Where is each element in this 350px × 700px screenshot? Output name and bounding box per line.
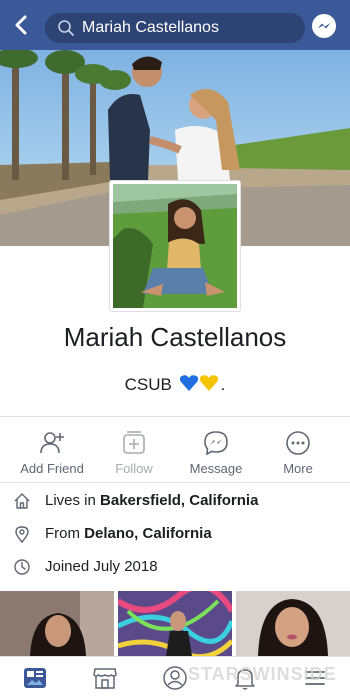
divider (0, 482, 350, 483)
search-icon (57, 19, 75, 37)
back-arrow-icon[interactable] (10, 13, 34, 37)
follow-button[interactable]: Follow (94, 426, 174, 476)
divider (0, 416, 350, 417)
heart-emojis-icon (179, 374, 221, 392)
photos-strip (0, 591, 350, 656)
top-bar: Mariah Castellanos (0, 0, 350, 50)
profile-name: Mariah Castellanos (63, 322, 287, 352)
joined-row: Joined July 2018 (0, 552, 350, 582)
search-input[interactable]: Mariah Castellanos (45, 13, 305, 43)
location-pin-icon (13, 525, 31, 544)
clock-icon (13, 558, 31, 576)
messenger-icon (203, 430, 229, 456)
more-button[interactable]: More (258, 426, 338, 476)
bio-suffix: . (220, 375, 226, 394)
from-row: From Delano, California (0, 519, 350, 549)
more-label: More (283, 461, 313, 476)
photo-thumbnail[interactable] (0, 591, 114, 656)
news-feed-icon[interactable] (22, 665, 48, 691)
add-friend-label: Add Friend (20, 461, 84, 476)
message-label: Message (189, 461, 243, 476)
bio-text: CSUB (124, 375, 172, 394)
profile-bio: CSUB . (0, 374, 350, 395)
profile-icon[interactable] (162, 665, 188, 691)
lives-in-row: Lives in Bakersfield, California (0, 486, 350, 516)
lives-in-text: Lives in Bakersfield, California (45, 492, 258, 509)
add-friend-icon (39, 430, 65, 456)
from-prefix: From (45, 525, 85, 542)
add-friend-button[interactable]: Add Friend (10, 426, 94, 476)
lives-in-prefix: Lives in (45, 492, 101, 509)
joined-text: Joined July 2018 (45, 558, 158, 575)
from-city[interactable]: Delano, California (84, 525, 212, 542)
home-icon (13, 492, 31, 510)
profile-actions: Add Friend Follow Message More (0, 426, 350, 476)
watermark: STARSWINSIDE (188, 664, 337, 684)
profile-picture[interactable] (109, 180, 241, 312)
photo-thumbnail[interactable] (236, 591, 350, 656)
message-button[interactable]: Message (176, 426, 256, 476)
lives-in-city[interactable]: Bakersfield, California (100, 492, 258, 509)
more-icon (285, 430, 311, 456)
follow-icon (121, 430, 147, 456)
photo-thumbnail[interactable] (118, 591, 232, 656)
marketplace-icon[interactable] (92, 665, 118, 691)
follow-label: Follow (115, 461, 153, 476)
from-text: From Delano, California (45, 525, 212, 542)
messenger-icon[interactable] (311, 13, 337, 39)
search-query: Mariah Castellanos (82, 19, 219, 36)
